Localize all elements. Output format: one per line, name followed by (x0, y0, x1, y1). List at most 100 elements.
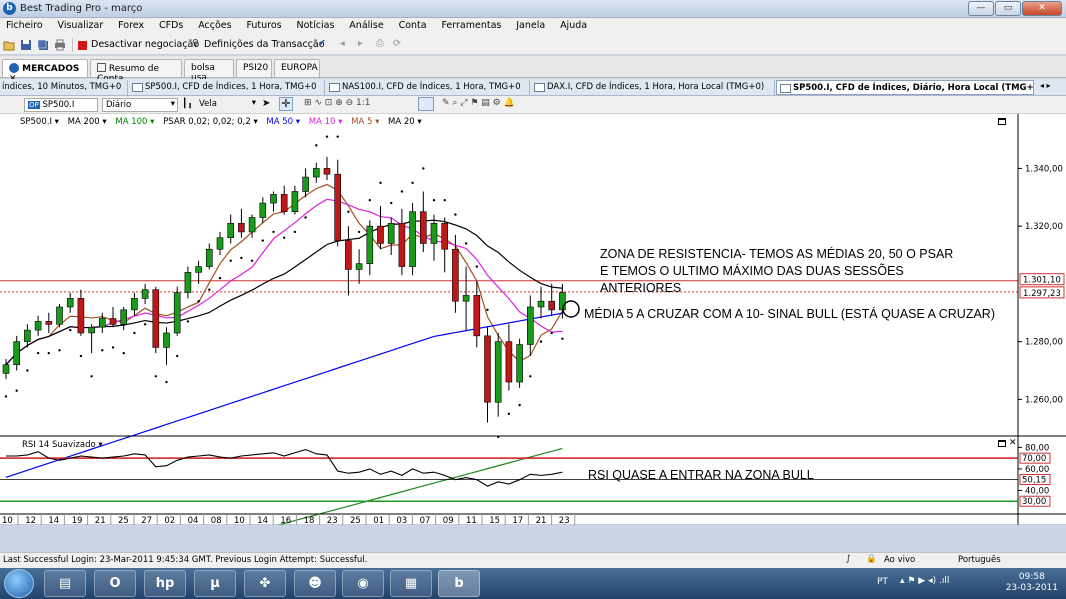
tab-psi20[interactable]: PSI20 (236, 59, 272, 77)
psar-dot (58, 349, 61, 352)
forward-icon[interactable]: ▸ (358, 38, 363, 49)
rsi-tick-label: 40,00 (1025, 486, 1049, 496)
tab-resumo-de-conta[interactable]: Resumo de Conta (90, 59, 182, 84)
tray-icons[interactable]: ▴ ⚑ ▶ ◂) .ıll (900, 576, 949, 586)
drawing-tools-icons[interactable]: ⊞ ∿ ⊡ ⊕ ⊖ 1:1 (304, 98, 371, 108)
line-tool-icon[interactable] (418, 97, 434, 111)
candle-body (516, 344, 523, 383)
more-tools-icons[interactable]: ✎ ⌕ ⤢ ⚑ ▤ ⚙ 🔔 (442, 98, 515, 108)
chart-tab-sp500-daily[interactable]: SP500.I, CFD de Índices, Diário, Hora Lo… (776, 80, 1034, 95)
menu-ajuda[interactable]: Ajuda (554, 18, 593, 31)
psar-dot (443, 198, 446, 202)
app-icon-5[interactable]: ✤ (244, 570, 286, 597)
tab-europa[interactable]: EUROPA (274, 59, 320, 77)
save-all-icon[interactable] (37, 39, 49, 51)
language-status: Português (958, 555, 1001, 565)
rsi-level-label: 50,15 (1022, 476, 1046, 486)
menu-janela[interactable]: Janela (510, 18, 551, 31)
psar-dot (561, 337, 564, 340)
start-button[interactable] (4, 569, 34, 598)
psar-dot (539, 340, 543, 343)
title-bar: b Best Trading Pro - março — ▭ ✕ (0, 0, 1066, 18)
period-select[interactable]: Diário ▾ (102, 98, 178, 112)
menu-futuros[interactable]: Futuros (240, 18, 287, 31)
open-folder-icon[interactable] (3, 39, 15, 51)
clock[interactable]: 09:58 23-03-2011 (1006, 572, 1058, 594)
menu-noticias[interactable]: Notícias (291, 18, 341, 31)
psar-dot (122, 351, 125, 355)
chart-type-icon: ┃╻ (182, 99, 193, 109)
candle-body (312, 168, 320, 178)
rsi-level-label: 70,00 (1022, 454, 1046, 464)
close-button[interactable]: ✕ (1022, 1, 1062, 16)
transaction-settings-button[interactable]: Definições da Transacção (204, 39, 325, 50)
candle-body (452, 248, 459, 302)
users-icon[interactable]: ☻ (294, 570, 336, 597)
tab-mercados[interactable]: MERCADOS ✕ (2, 59, 88, 84)
candle-body (195, 266, 202, 273)
menu-ficheiro[interactable]: Ficheiro (0, 18, 49, 31)
deactivate-trading-button[interactable]: Desactivar negociação (91, 39, 199, 50)
utorrent-icon[interactable]: µ (194, 570, 236, 597)
cursor-icon[interactable]: ➤ (262, 98, 270, 109)
chart-tab-label: SP500.I, CFD de Índices, Diário, Hora Lo… (793, 83, 1034, 93)
menu-cfds[interactable]: CFDs (153, 18, 189, 31)
psar-dot (165, 380, 168, 384)
crosshair-icon[interactable]: ✛ (279, 97, 293, 111)
ma20-line (5, 219, 563, 366)
psar-dot (357, 230, 361, 234)
period-value: Diário (106, 100, 132, 110)
connection-icon: ∫ (846, 554, 851, 564)
symbol-field[interactable]: OP SP500.I (24, 98, 98, 112)
save-icon[interactable] (20, 39, 32, 51)
tab-mercados-label: MERCADOS (22, 64, 80, 74)
psar-dot (486, 308, 489, 312)
psar-dot (15, 389, 18, 392)
psar-dot (4, 395, 8, 398)
chart-tab-dax-1h[interactable]: DAX.I, CFD de Índices, 1 Hora, Hora Loca… (531, 80, 775, 95)
chart-tabs-bar: índices, 10 Minutos, TMG+0 SP500.I, CFD … (0, 79, 1066, 96)
maximize-button[interactable]: ▭ (995, 1, 1021, 16)
menu-forex[interactable]: Forex (112, 18, 150, 31)
menu-conta[interactable]: Conta (393, 18, 433, 31)
chart-area[interactable]: SP500.I ▾ MA 200 ▾ MA 100 ▾ PSAR 0,02; 0… (0, 114, 1066, 525)
print-icon[interactable] (54, 39, 66, 51)
candle-body (484, 335, 491, 403)
check-icon[interactable]: ✔ (318, 38, 326, 49)
menu-ferramentas[interactable]: Ferramentas (435, 18, 507, 31)
menu-visualizar[interactable]: Visualizar (52, 18, 110, 31)
menu-accoes[interactable]: Acções (192, 18, 237, 31)
candle-body (77, 298, 85, 334)
paint-icon[interactable]: ▦ (390, 570, 432, 597)
rsi-legend[interactable]: RSI 14 Suavizado ▾ (22, 440, 103, 450)
psar-dot (176, 354, 179, 358)
candle-body (270, 194, 277, 204)
best-trading-icon[interactable]: b (438, 570, 480, 597)
chart-tab-indices-10min[interactable]: índices, 10 Minutos, TMG+0 (0, 80, 128, 95)
candle-body (56, 306, 63, 325)
chart-tab-sp500-1h[interactable]: SP500.I, CFD de Índices, 1 Hora, TMG+0 (129, 80, 325, 95)
input-language[interactable]: PT (877, 577, 888, 587)
chart-type-select[interactable]: Vela ▾ (196, 98, 258, 112)
psar-dot (475, 265, 478, 268)
refresh-icon[interactable]: ⟳ (393, 38, 401, 49)
hp-icon[interactable]: hp (144, 570, 186, 597)
chevron-down-icon: ▾ (170, 99, 175, 109)
x-tick-label: 23 (327, 516, 338, 525)
tab-bolsa-usa[interactable]: bolsa usa (184, 59, 234, 83)
back-icon[interactable]: ◂ (340, 38, 345, 49)
candle-body (505, 341, 513, 383)
outlook-icon[interactable]: O (94, 570, 136, 597)
chart-tab-nas100-1h[interactable]: NAS100.I, CFD de Índices, 1 Hora, TMG+0 (326, 80, 530, 95)
tab-scroll-arrows[interactable]: ◂ ▸ (1040, 81, 1051, 90)
firefox-icon[interactable]: ◉ (342, 570, 384, 597)
menu-analise[interactable]: Análise (343, 18, 389, 31)
chart-tab-label: DAX.I, CFD de Índices, 1 Hora, Hora Loca… (547, 82, 765, 92)
x-tick-label: 21 (95, 516, 106, 525)
explorer-icon[interactable]: ▤ (44, 570, 86, 597)
candle-body (66, 298, 74, 308)
candle-body (430, 222, 438, 244)
print-small-icon[interactable]: ⎙ (376, 38, 384, 49)
minimize-button[interactable]: — (968, 1, 994, 16)
annotation-line-3: ANTERIORES (600, 281, 682, 295)
